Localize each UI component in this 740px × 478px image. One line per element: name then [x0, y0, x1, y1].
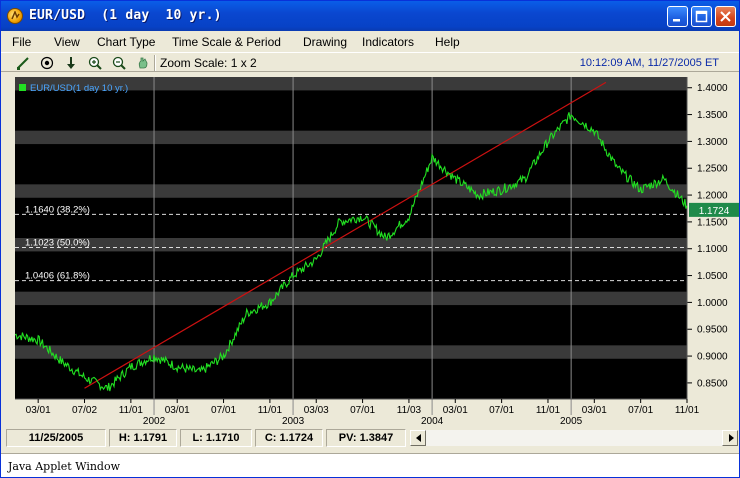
y-tick-label: 1.0500 [697, 271, 728, 282]
menu-time-scale[interactable]: Time Scale & Period [172, 35, 281, 49]
status-bar: 11/25/2005 H: 1.1791 L: 1.1710 C: 1.1724… [1, 427, 739, 449]
x-tick-label: 11/01 [119, 405, 144, 416]
chart-area[interactable]: 2002 2003 2004 2005 1.4000 1.3500 1.3000 1.2500… [1, 77, 739, 427]
menu-help[interactable]: Help [435, 35, 460, 49]
y-tick-label: 1.4000 [697, 83, 728, 94]
target-icon[interactable] [39, 55, 55, 71]
x-tick-label: 07/01 [489, 405, 514, 416]
grid-band [15, 184, 687, 198]
year-label: 2003 [282, 416, 305, 427]
x-tick-label: 03/03 [304, 405, 329, 416]
fib-level-label: 1.1023 (50.0%) [25, 237, 90, 248]
menu-bar: File View Chart Type Time Scale & Period… [1, 32, 739, 52]
minimize-icon [673, 19, 680, 22]
y-tick-label: 0.9000 [697, 352, 728, 363]
menu-file[interactable]: File [12, 35, 31, 49]
grid-band [15, 345, 687, 359]
status-low: L: 1.1710 [180, 429, 252, 447]
y-tick-label: 1.3000 [697, 137, 728, 148]
y-tick-label: 0.8500 [697, 378, 728, 389]
legend-label: EUR/USD(1 day 10 yr.) [30, 83, 128, 94]
current-datetime: 10:12:09 AM, 11/27/2005 ET [579, 57, 719, 69]
minimize-button[interactable] [667, 6, 688, 27]
menu-indicators[interactable]: Indicators [362, 35, 414, 49]
x-tick-label: 07/01 [628, 405, 653, 416]
zoom-in-icon[interactable] [87, 55, 103, 71]
y-tick-label: 1.0000 [697, 298, 728, 309]
y-tick-label: 1.1000 [697, 244, 728, 255]
status-high: H: 1.1791 [109, 429, 177, 447]
maximize-button[interactable] [691, 6, 712, 27]
status-date: 11/25/2005 [6, 429, 106, 447]
status-pv: PV: 1.3847 [326, 429, 406, 447]
horizontal-scrollbar[interactable] [410, 430, 738, 446]
y-tick-label: 1.2500 [697, 164, 728, 175]
x-tick-label: 07/02 [72, 405, 97, 416]
zoom-scale-label: Zoom Scale: 1 x 2 [160, 56, 257, 70]
price-tag-label: 1.1724 [699, 206, 730, 217]
grid-band [15, 130, 687, 145]
pan-hand-icon[interactable] [135, 55, 151, 71]
x-tick-label: 03/01 [582, 405, 607, 416]
applet-window-label: Java Applet Window [8, 460, 121, 473]
scroll-right-button[interactable] [722, 430, 738, 446]
fib-level-label: 1.0406 (61.8%) [25, 271, 90, 282]
toolbar-separator [154, 55, 156, 71]
right-arrow-icon [729, 434, 734, 442]
y-tick-label: 1.2000 [697, 191, 728, 202]
x-tick-label: 07/01 [211, 405, 236, 416]
x-tick-label: 07/01 [350, 405, 375, 416]
x-tick-label: 11/03 [397, 405, 422, 416]
year-label: 2002 [143, 416, 166, 427]
y-tick-label: 1.1500 [697, 217, 728, 228]
menu-drawing[interactable]: Drawing [303, 35, 347, 49]
status-close: C: 1.1724 [255, 429, 323, 447]
grid-band [15, 238, 687, 252]
x-tick-label: 03/01 [165, 405, 190, 416]
legend-swatch [19, 84, 26, 91]
maximize-icon [695, 10, 708, 23]
year-label: 2005 [560, 416, 583, 427]
scroll-left-button[interactable] [410, 430, 426, 446]
app-window: EUR/USD (1 day 10 yr.) File View Chart T… [0, 0, 740, 478]
x-tick-label: 03/01 [26, 405, 51, 416]
close-icon [720, 11, 731, 22]
app-logo-icon [7, 8, 23, 24]
x-tick-label: 11/01 [258, 405, 283, 416]
y-tick-label: 0.9500 [697, 325, 728, 336]
title-bar[interactable]: EUR/USD (1 day 10 yr.) [1, 1, 739, 31]
draw-line-icon[interactable] [15, 55, 31, 71]
price-chart[interactable]: 2002 2003 2004 2005 1.4000 1.3500 1.3000 1.2500… [1, 77, 739, 427]
window-title: EUR/USD (1 day 10 yr.) [29, 8, 222, 23]
applet-status-bar: Java Applet Window [1, 453, 739, 477]
year-label: 2004 [421, 416, 444, 427]
menu-view[interactable]: View [54, 35, 80, 49]
x-tick-label: 11/01 [536, 405, 561, 416]
x-tick-label: 03/01 [443, 405, 468, 416]
left-arrow-icon [416, 434, 421, 442]
y-tick-label: 1.3500 [697, 110, 728, 121]
x-tick-label: 11/01 [675, 405, 700, 416]
fib-level-label: 1.1640 (38.2%) [25, 204, 90, 215]
menu-chart-type[interactable]: Chart Type [97, 35, 155, 49]
down-arrow-icon[interactable] [63, 55, 79, 71]
toolbar: Zoom Scale: 1 x 2 10:12:09 AM, 11/27/200… [1, 52, 739, 72]
grid-band [15, 291, 687, 306]
close-button[interactable] [715, 6, 736, 27]
zoom-out-icon[interactable] [111, 55, 127, 71]
